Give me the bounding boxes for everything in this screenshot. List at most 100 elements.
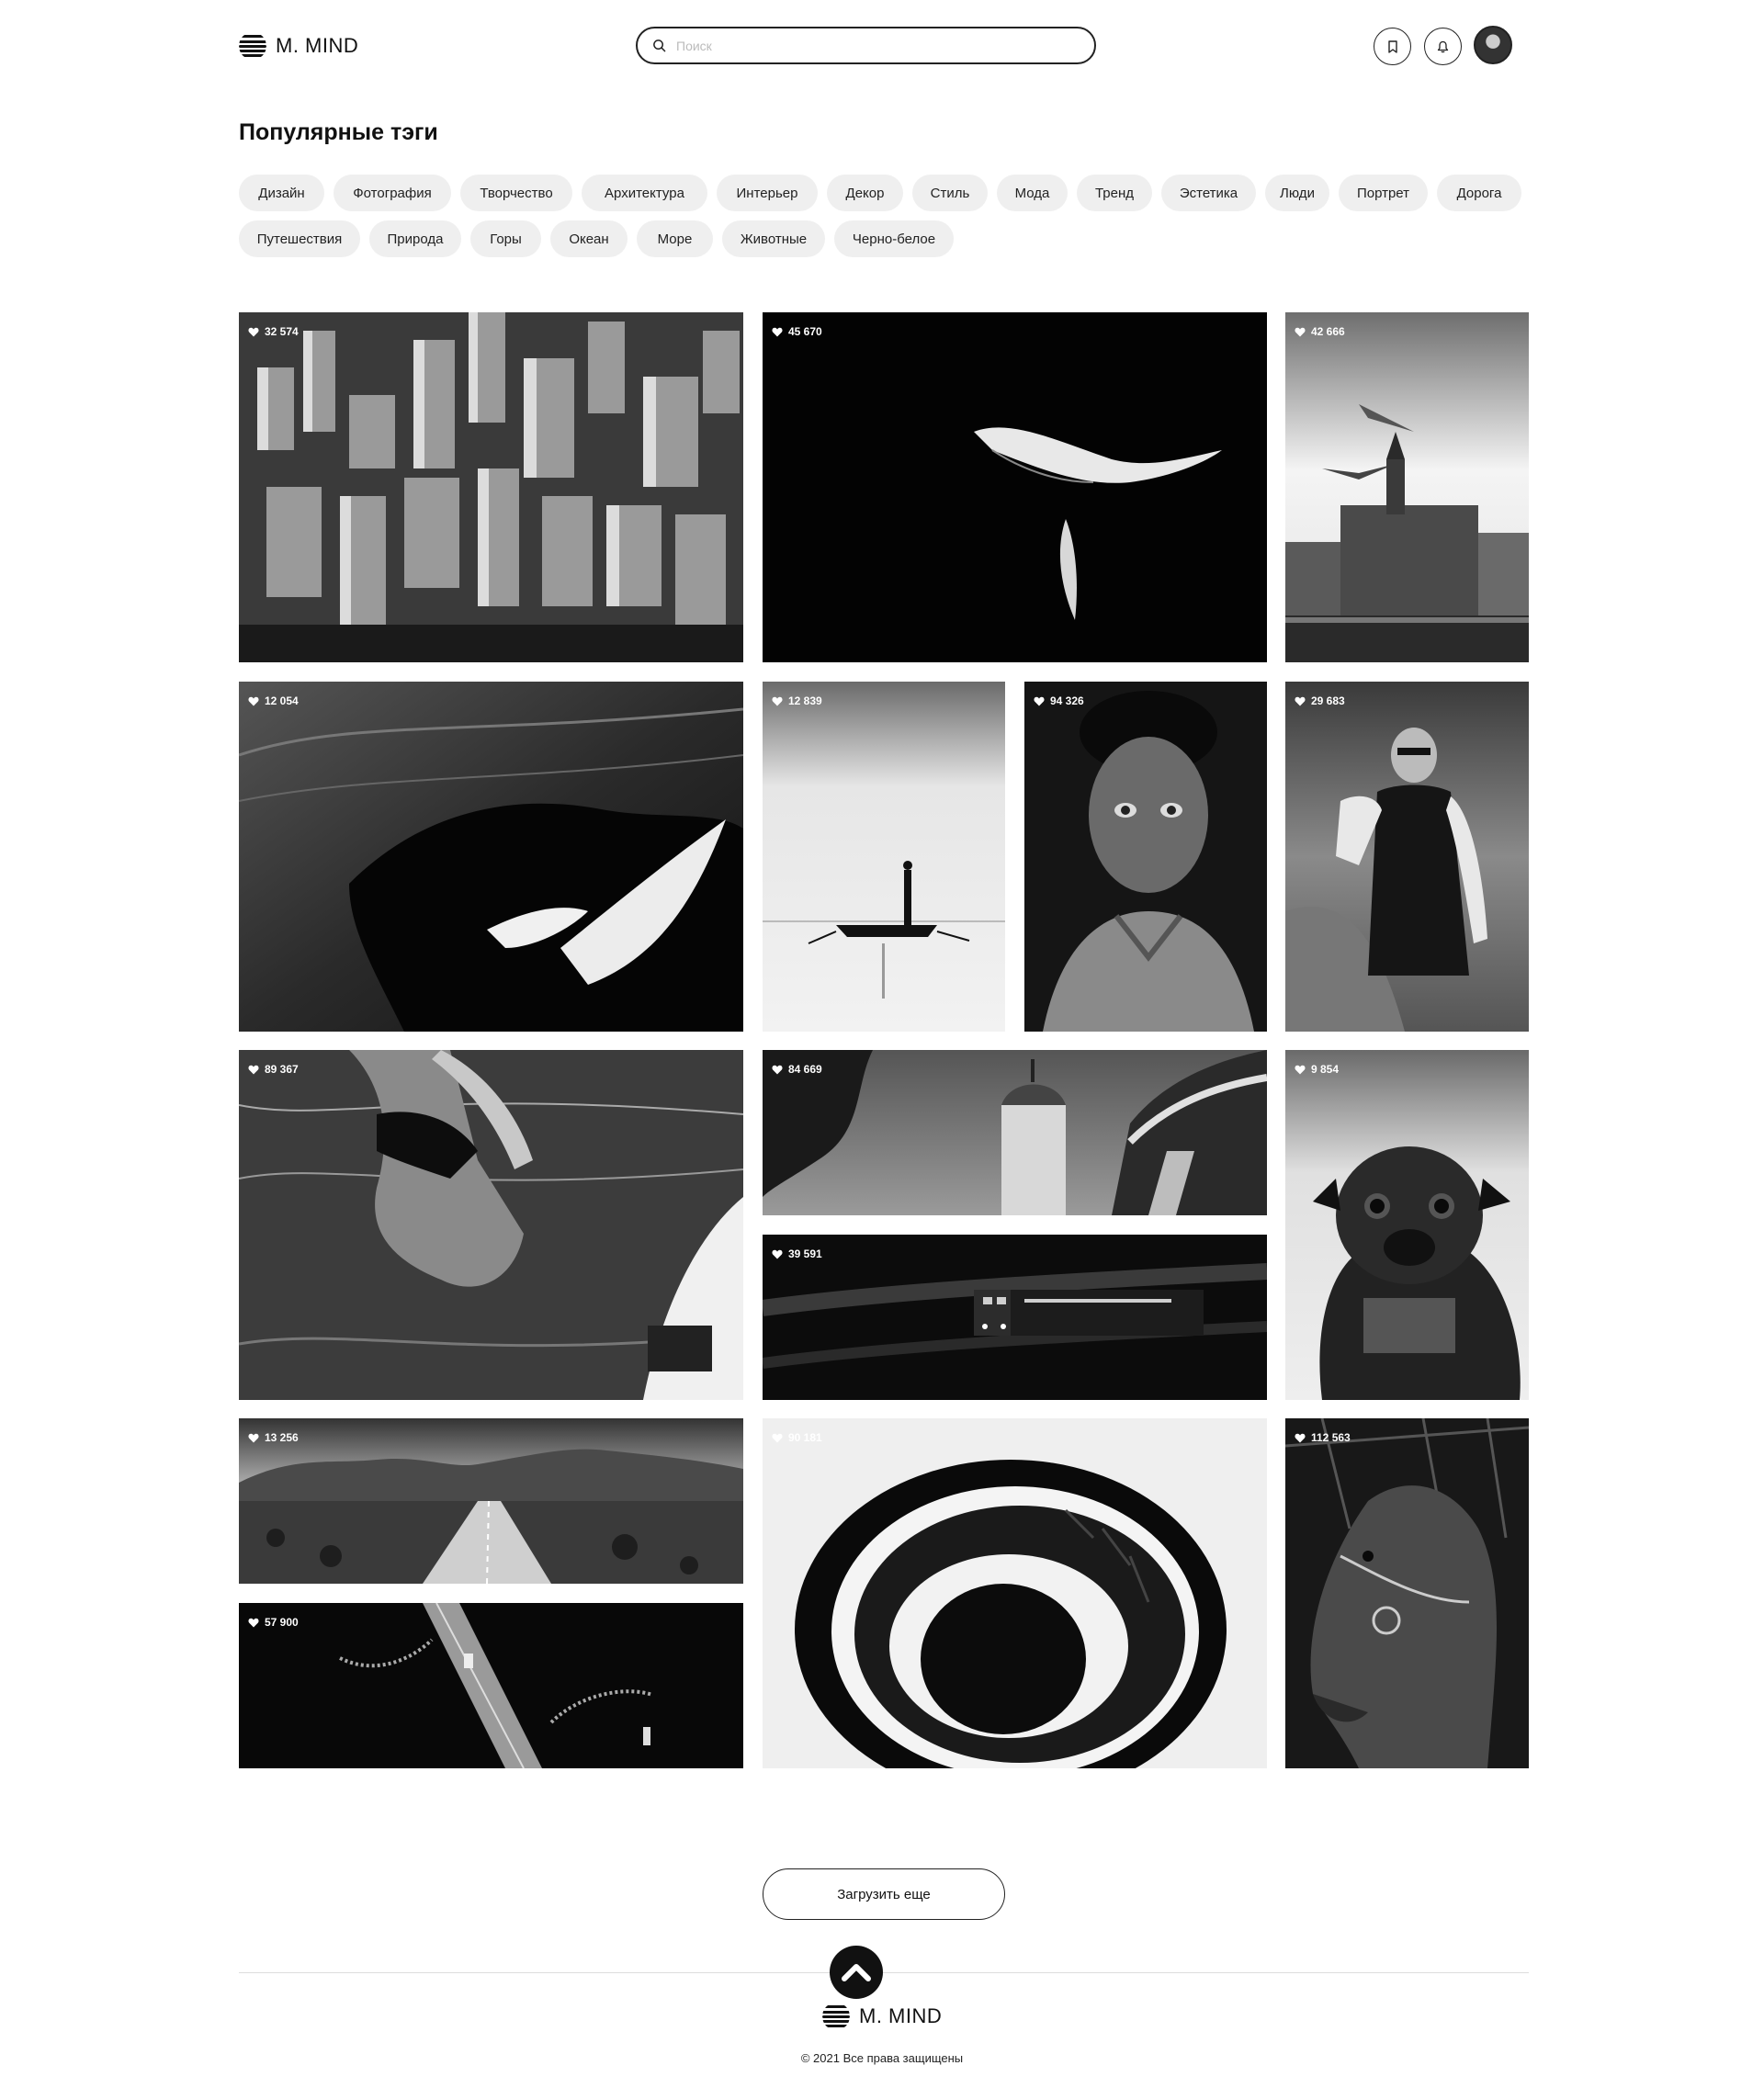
like-count-value: 32 574 <box>265 325 299 338</box>
photo-card[interactable]: 9 854 <box>1285 1050 1529 1400</box>
tag[interactable]: Океан <box>550 220 628 257</box>
like-count-value: 112 563 <box>1311 1431 1351 1444</box>
chevron-up-icon <box>842 1964 871 1981</box>
tag[interactable]: Тренд <box>1077 175 1152 211</box>
copyright: © 2021 Все права защищены <box>800 2051 964 2065</box>
heart-icon <box>772 1249 783 1258</box>
like-count[interactable]: 9 854 <box>1295 1063 1339 1076</box>
tag[interactable]: Черно-белое <box>834 220 954 257</box>
like-count[interactable]: 57 900 <box>248 1616 299 1629</box>
photo-card[interactable]: 84 669 <box>763 1050 1267 1215</box>
like-count-value: 13 256 <box>265 1431 299 1444</box>
photo-card[interactable]: 42 666 <box>1285 312 1529 662</box>
heart-icon <box>772 696 783 705</box>
road-image <box>239 1418 743 1584</box>
photo-card[interactable]: 29 683 <box>1285 682 1529 1032</box>
like-count[interactable]: 45 670 <box>772 325 822 338</box>
like-count[interactable]: 42 666 <box>1295 325 1345 338</box>
tag[interactable]: Горы <box>470 220 541 257</box>
castle-image <box>1285 312 1529 662</box>
logo-icon <box>239 32 266 60</box>
avatar[interactable] <box>1474 26 1512 64</box>
bookmark-icon <box>1387 40 1397 53</box>
like-count-value: 29 683 <box>1311 694 1345 707</box>
like-count[interactable]: 12 839 <box>772 694 822 707</box>
search-icon <box>653 40 666 52</box>
photo-card[interactable]: 32 574 <box>239 312 743 662</box>
like-count[interactable]: 39 591 <box>772 1247 822 1260</box>
search-bar[interactable] <box>636 27 1096 64</box>
photo-card[interactable]: 57 900 <box>239 1603 743 1768</box>
tag[interactable]: Море <box>637 220 713 257</box>
heart-icon <box>772 327 783 336</box>
spiral-stairs-image <box>763 1418 1267 1768</box>
like-count[interactable]: 90 181 <box>772 1431 822 1444</box>
search-input[interactable] <box>676 36 1080 56</box>
heart-icon <box>772 1065 783 1074</box>
like-count[interactable]: 12 054 <box>248 694 299 707</box>
tag[interactable]: Путешествия <box>239 220 360 257</box>
photo-card[interactable]: 12 839 <box>763 682 1005 1032</box>
orca-image <box>239 682 743 1032</box>
like-count[interactable]: 32 574 <box>248 325 299 338</box>
divider <box>239 1972 1529 1973</box>
like-count[interactable]: 112 563 <box>1295 1431 1351 1444</box>
tag[interactable]: Мода <box>997 175 1068 211</box>
like-count-value: 94 326 <box>1050 694 1084 707</box>
photo-card[interactable]: 12 054 <box>239 682 743 1032</box>
heart-icon <box>1295 696 1306 705</box>
like-count-value: 39 591 <box>788 1247 822 1260</box>
tag[interactable]: Архитектура <box>582 175 707 211</box>
logo-text: M. MIND <box>276 34 359 57</box>
like-count[interactable]: 29 683 <box>1295 694 1345 707</box>
footer-logo[interactable]: M. MIND <box>822 2003 942 2030</box>
like-count[interactable]: 94 326 <box>1034 694 1084 707</box>
tag[interactable]: Эстетика <box>1161 175 1256 211</box>
pug-image <box>1285 1050 1529 1400</box>
tag[interactable]: Животные <box>722 220 825 257</box>
load-more-button[interactable]: Загрузить еще <box>763 1868 1005 1920</box>
header: M. MIND <box>0 0 1764 92</box>
photo-card[interactable]: 39 591 <box>763 1235 1267 1400</box>
bridge-image <box>239 1603 743 1768</box>
photo-card[interactable]: 94 326 <box>1024 682 1267 1032</box>
photo-card[interactable]: 89 367 <box>239 1050 743 1400</box>
heart-icon <box>248 327 259 336</box>
scroll-top-button[interactable] <box>830 1946 883 1999</box>
tag[interactable]: Дизайн <box>239 175 324 211</box>
tag[interactable]: Фотография <box>334 175 451 211</box>
photo-card[interactable]: 112 563 <box>1285 1418 1529 1768</box>
like-count[interactable]: 89 367 <box>248 1063 299 1076</box>
bookmarks-button[interactable] <box>1374 28 1411 65</box>
like-count-value: 84 669 <box>788 1063 822 1076</box>
photo-card[interactable]: 13 256 <box>239 1418 743 1584</box>
tag[interactable]: Дорога <box>1437 175 1521 211</box>
like-count[interactable]: 13 256 <box>248 1431 299 1444</box>
section-title: Популярные тэги <box>239 119 438 145</box>
heart-icon <box>248 1065 259 1074</box>
tag[interactable]: Интерьер <box>717 175 818 211</box>
heart-icon <box>248 1433 259 1442</box>
heart-icon <box>248 1618 259 1627</box>
church-image <box>763 1050 1267 1215</box>
tag[interactable]: Портрет <box>1339 175 1428 211</box>
logo-text: M. MIND <box>859 2004 943 2027</box>
photo-card[interactable]: 90 181 <box>763 1418 1267 1768</box>
tag[interactable]: Творчество <box>460 175 572 211</box>
like-count-value: 12 054 <box>265 694 299 707</box>
like-count-value: 89 367 <box>265 1063 299 1076</box>
tag[interactable]: Природа <box>369 220 461 257</box>
tag[interactable]: Декор <box>827 175 903 211</box>
like-count-value: 12 839 <box>788 694 822 707</box>
photo-card[interactable]: 45 670 <box>763 312 1267 662</box>
tag[interactable]: Стиль <box>912 175 988 211</box>
tag[interactable]: Люди <box>1265 175 1329 211</box>
boat-image <box>763 682 1005 1032</box>
like-count[interactable]: 84 669 <box>772 1063 822 1076</box>
logo[interactable]: M. MIND <box>239 32 358 60</box>
notifications-button[interactable] <box>1424 28 1462 65</box>
like-count-value: 9 854 <box>1311 1063 1340 1076</box>
train-image <box>763 1235 1267 1400</box>
heart-icon <box>772 1433 783 1442</box>
boy-portrait-image <box>1024 682 1267 1032</box>
